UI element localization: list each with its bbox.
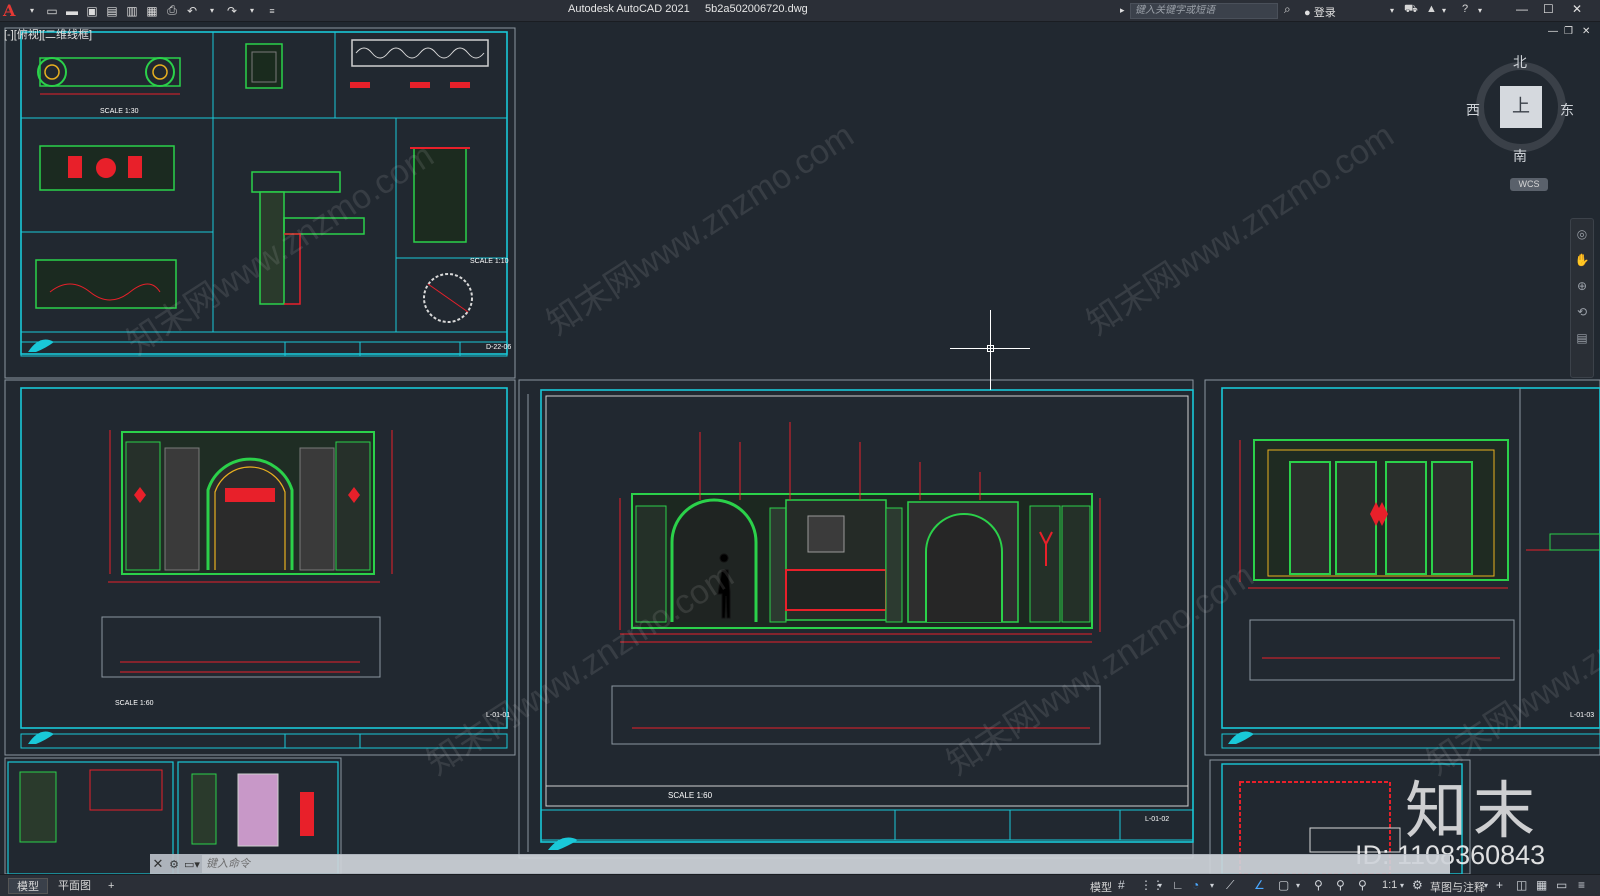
osnap-icon[interactable]: ▢ [1278,878,1289,892]
sheet-mid-right [1204,379,1600,756]
workspace-dropdown-icon[interactable]: ▾ [1484,881,1488,890]
add-layout-button[interactable]: + [100,878,122,894]
viewcube[interactable]: 上 北 南 西 东 WCS [1460,52,1580,202]
viewport-controls-label[interactable]: [-][俯视][二维线框] [4,26,92,42]
minimize-icon[interactable]: — [1516,2,1528,16]
search-input[interactable]: 键入关键字或短语 [1130,3,1278,19]
hardware-acceleration-icon[interactable]: ▦ [1536,878,1547,892]
scale-dropdown-icon[interactable]: ▾ [1400,881,1404,890]
sheet-top-left [4,27,516,379]
status-bar: 模型 平面图 + 模型 # ⋮⋮ ▾ ∟ ◔ ▾ ⟋ ∠ ▢ ▾ ⚲ ⚲ ⚲ 1… [0,874,1600,896]
print-icon[interactable]: ⎙ [163,3,181,19]
search-icon[interactable]: ⌕ [1284,2,1291,17]
file-name: 5b2a502006720.dwg [704,3,808,15]
a360-icon[interactable]: ▲ [1426,3,1437,15]
undo-dropdown-icon[interactable]: ▾ [203,3,221,19]
sheet-no-1: D-22-06 [486,344,512,351]
tab-layout[interactable]: 平面图 [50,878,99,894]
workspace-switch[interactable]: 草图与注释 [1430,879,1485,895]
drawing-canvas[interactable] [0,22,1600,874]
redo-icon[interactable]: ↷ [223,3,241,19]
sheet-mid-left [4,379,516,756]
pan-icon[interactable]: ✋ [1574,253,1590,269]
command-line: ✕ ⚙ ▭▾ [150,854,1450,874]
snap-dropdown-icon[interactable]: ▾ [1158,881,1162,890]
showmotion-icon[interactable]: ▤ [1574,331,1590,347]
open-folder-icon[interactable]: ▬ [63,3,81,19]
close-icon[interactable]: ✕ [1572,2,1582,16]
autocad-window: A ▾ ▭ ▬ ▣ ▤ ▥ ▦ ⎙ ↶ ▾ ↷ ▾ ≡ Autodesk Aut… [0,0,1600,896]
command-customize-icon[interactable]: ⚙ [166,858,182,871]
help-dropdown-icon[interactable]: ▾ [1478,6,1482,15]
viewcube-top-face[interactable]: 上 [1500,86,1542,128]
compass-west[interactable]: 西 [1466,100,1480,120]
window-title: Autodesk AutoCAD 2021 5b2a502006720.dwg [568,3,808,15]
model-space-toggle[interactable]: 模型 [1090,879,1112,895]
login-button[interactable]: ● 登录 [1304,4,1336,20]
plus-icon[interactable]: + [1496,878,1503,892]
scale-label-left: SCALE 1:60 [115,700,154,707]
crosshair-pickbox [987,345,994,352]
isodraft-icon[interactable]: ⟋ [1226,878,1234,893]
open-web-icon[interactable]: ▥ [123,3,141,19]
compass-east[interactable]: 东 [1560,100,1574,120]
customize-toolbar-icon[interactable]: ≡ [263,3,281,19]
sheet-center [518,379,1194,859]
annotation-scale[interactable]: 1:1 [1382,879,1397,891]
sheet-no-2: L-01-01 [486,712,511,719]
annotation-scale-icon[interactable]: ⚲ [1358,878,1367,892]
tab-model[interactable]: 模型 [8,878,48,894]
user-icon: ● [1304,7,1311,19]
sheet-no-3: L-01-02 [1145,816,1170,823]
auto-scale-icon[interactable]: ⚲ [1336,878,1345,892]
customization-icon[interactable]: ≡ [1578,878,1585,892]
save-icon[interactable]: ▣ [83,3,101,19]
scale-label-center: SCALE 1:60 [668,791,713,800]
brand-watermark: 知末 [1405,774,1542,847]
compass-north[interactable]: 北 [1513,52,1527,72]
compass-south[interactable]: 南 [1513,146,1527,166]
scale-label-top: SCALE 1:30 [100,108,139,115]
maximize-icon[interactable]: ☐ [1543,2,1554,16]
autodesk-app-store-icon[interactable]: ⛟ [1404,3,1418,17]
osnap-dropdown-icon[interactable]: ▾ [1296,881,1300,890]
ortho-icon[interactable]: ∟ [1172,878,1184,892]
wcs-menu[interactable]: WCS [1510,178,1548,191]
app-title: Autodesk AutoCAD 2021 [568,3,690,15]
steering-wheel-icon[interactable]: ◎ [1574,227,1590,243]
polar-icon[interactable]: ◔ [1192,878,1199,892]
polar-dropdown-icon[interactable]: ▾ [1210,881,1214,890]
new-file-icon[interactable]: ▭ [43,3,61,19]
undo-icon[interactable]: ↶ [183,3,201,19]
isolate-objects-icon[interactable]: ◫ [1516,878,1527,892]
zoom-extents-icon[interactable]: ⊕ [1574,279,1590,295]
search-expand-icon[interactable]: ▸ [1120,5,1125,16]
redo-dropdown-icon[interactable]: ▾ [243,3,261,19]
help-icon[interactable]: ? [1462,3,1468,15]
workspace-gear-icon[interactable]: ⚙ [1412,878,1423,892]
grid-icon[interactable]: # [1118,878,1125,892]
scale-label-mid: SCALE 1:10 [470,258,509,265]
sheet-no-4: L-01-03 [1570,712,1595,719]
command-close-icon[interactable]: ✕ [150,856,166,872]
title-bar: A ▾ ▭ ▬ ▣ ▤ ▥ ▦ ⎙ ↶ ▾ ↷ ▾ ≡ Autodesk Aut… [0,0,1600,22]
navigation-bar: ◎ ✋ ⊕ ⟲ ▤ [1570,218,1594,378]
command-prompt-icon[interactable]: ▭▾ [182,858,202,871]
drawing-viewport[interactable]: [-][俯视][二维线框] — ❐ ✕ SCALE 1:30 SCALE 1:1… [0,22,1600,874]
orbit-icon[interactable]: ⟲ [1574,305,1590,321]
login-label: 登录 [1313,7,1336,19]
login-dropdown-icon[interactable]: ▾ [1390,6,1394,15]
autocad-logo-icon[interactable]: A [3,1,21,20]
dropdown-icon[interactable]: ▾ [23,3,41,19]
save-web-icon[interactable]: ▦ [143,3,161,19]
save-as-icon[interactable]: ▤ [103,3,121,19]
osnap-tracking-icon[interactable]: ∠ [1254,878,1265,892]
a360-dropdown-icon[interactable]: ▾ [1442,6,1446,15]
clean-screen-icon[interactable]: ▭ [1556,878,1567,892]
command-input[interactable] [202,855,1450,873]
annotation-visibility-icon[interactable]: ⚲ [1314,878,1323,892]
